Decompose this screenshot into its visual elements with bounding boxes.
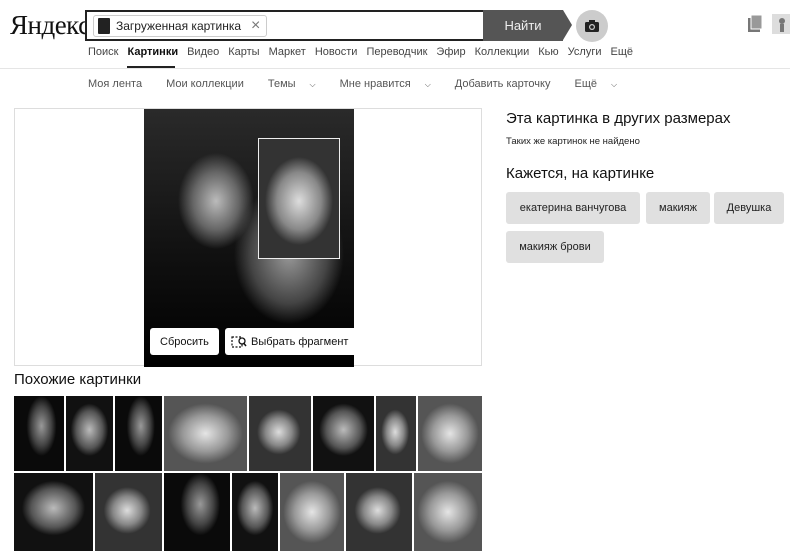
other-sizes-title: Эта картинка в других размерах [506,110,731,127]
tab-efir[interactable]: Эфир [436,46,465,58]
similar-image-thumbnail[interactable] [232,473,278,551]
header-divider [0,68,790,69]
tab-news[interactable]: Новости [315,46,358,58]
service-tabs: Поиск Картинки Видео Карты Маркет Новост… [88,46,642,58]
subnav-liked[interactable]: Мне нравится ⌵ [340,78,443,90]
similar-image-thumbnail[interactable] [95,473,162,551]
other-sizes-note: Таких же картинок не найдено [506,136,640,147]
similar-images-grid [14,396,484,551]
tag-button[interactable]: макияж брови [506,231,604,263]
uploaded-image-thumbnail [98,17,110,34]
tab-services[interactable]: Услуги [568,46,602,58]
similar-image-thumbnail[interactable] [346,473,412,551]
similar-image-thumbnail[interactable] [414,473,482,551]
similar-image-thumbnail[interactable] [164,473,230,551]
similar-image-thumbnail[interactable] [164,396,247,471]
subnav-more[interactable]: Ещё ⌵ [574,78,629,90]
images-subnav: Моя лента Мои коллекции Темы ⌵ Мне нравит… [88,78,641,90]
subnav-add-card[interactable]: Добавить карточку [455,78,563,90]
tab-search[interactable]: Поиск [88,46,118,58]
tag-button[interactable]: екатерина ванчугова [506,192,640,224]
camera-search-button[interactable] [576,10,608,42]
similar-image-thumbnail[interactable] [313,396,374,471]
tags-title: Кажется, на картинке [506,165,655,182]
chevron-down-icon: ⌵ [309,80,316,89]
user-icon[interactable] [772,14,790,34]
similar-images-title: Похожие картинки [14,371,142,388]
similar-image-thumbnail[interactable] [280,473,344,551]
close-icon[interactable]: × [251,17,260,34]
selection-frame[interactable] [258,138,340,259]
crop-select-icon [231,335,247,348]
search-button[interactable]: Найти [483,10,572,41]
similar-image-thumbnail[interactable] [418,396,482,471]
uploaded-image-label: Загруженная картинка [116,18,242,33]
similar-image-thumbnail[interactable] [14,473,93,551]
yandex-logo[interactable]: Яндекс [10,10,90,41]
tab-video[interactable]: Видео [187,46,219,58]
subnav-my-collections[interactable]: Мои коллекции [166,78,256,90]
similar-image-thumbnail[interactable] [376,396,416,471]
tag-button[interactable]: макияж [646,192,710,224]
subnav-themes[interactable]: Темы ⌵ [268,78,328,90]
subnav-my-feed[interactable]: Моя лента [88,78,154,90]
reset-button[interactable]: Сбросить [150,328,219,355]
camera-icon [585,20,599,32]
uploaded-image-chip[interactable]: Загруженная картинка × [93,14,268,37]
similar-image-thumbnail[interactable] [66,396,113,471]
similar-image-thumbnail[interactable] [14,396,64,471]
tab-translator[interactable]: Переводчик [366,46,427,58]
search-input[interactable]: Загруженная картинка × [85,10,483,41]
select-fragment-label: Выбрать фрагмент [251,335,349,348]
tag-button[interactable]: Девушка [714,192,784,224]
tab-maps[interactable]: Карты [228,46,259,58]
chevron-down-icon: ⌵ [611,80,618,89]
tab-collections[interactable]: Коллекции [475,46,530,58]
tab-images[interactable]: Картинки [127,46,178,58]
select-fragment-button[interactable]: Выбрать фрагмент [225,328,359,355]
tab-market[interactable]: Маркет [269,46,306,58]
chevron-down-icon: ⌵ [424,80,431,89]
similar-image-thumbnail[interactable] [115,396,162,471]
tab-more[interactable]: Ещё [610,46,633,58]
collections-icon[interactable] [746,14,764,34]
similar-image-thumbnail[interactable] [249,396,311,471]
search-bar: Загруженная картинка × Найти [85,10,572,41]
image-preview: Сбросить Выбрать фрагмент [14,108,482,367]
tab-q[interactable]: Кью [538,46,558,58]
